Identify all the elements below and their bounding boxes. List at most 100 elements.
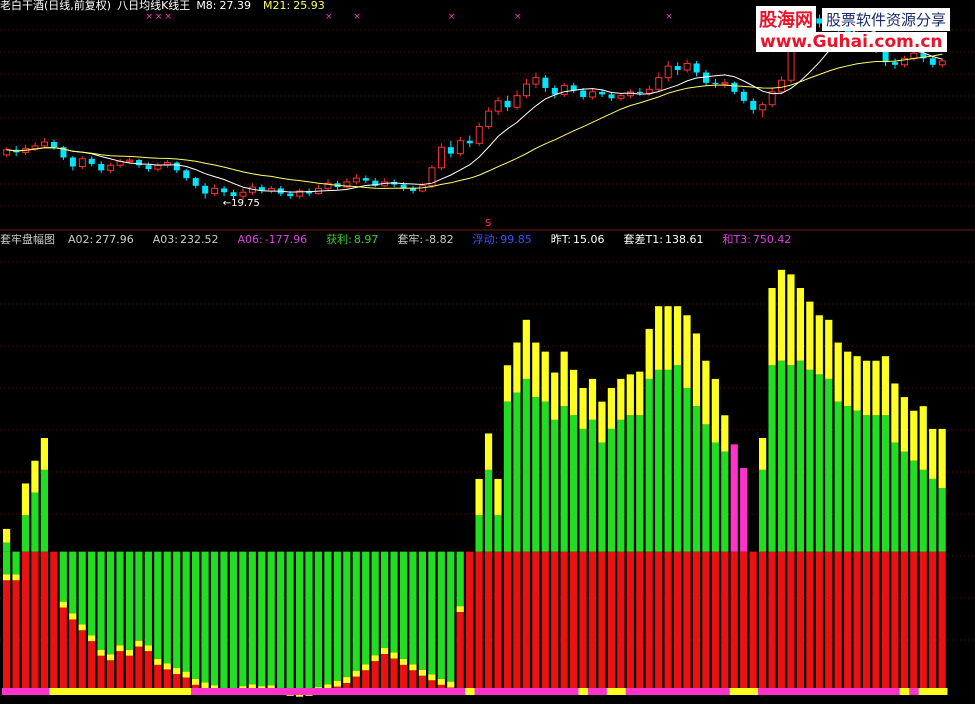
bar-yellow-segment <box>938 428 946 488</box>
bar-yellow-segment <box>759 438 767 470</box>
candle-body <box>636 91 643 94</box>
bar-magenta-segment <box>740 468 748 552</box>
signal-strip-cell <box>228 688 239 695</box>
bar-red-segment <box>570 551 578 688</box>
bar-green-segment <box>314 551 323 688</box>
bar-green-segment <box>929 478 937 552</box>
bar-yellow-segment <box>664 306 672 370</box>
signal-strip-cell <box>370 688 381 695</box>
candle-body <box>126 159 134 162</box>
bar-yellow-segment <box>106 654 115 661</box>
candle-body <box>504 100 511 108</box>
bar-red-segment <box>711 551 719 688</box>
bar-yellow-segment <box>532 342 540 398</box>
signal-strip-cell <box>162 688 173 695</box>
bar-red-segment <box>503 551 512 688</box>
sub-indicator-item-label: 套差T1: <box>623 233 663 246</box>
bar-yellow-segment <box>88 635 96 642</box>
bar-green-segment <box>910 460 918 552</box>
signal-strip-cell <box>890 688 901 695</box>
bar-yellow-segment <box>409 664 417 671</box>
candle-body <box>532 77 540 85</box>
indicator-name: 八日均线K线王 <box>117 0 191 12</box>
signal-strip-cell <box>124 688 135 695</box>
bar-red-segment <box>683 551 691 688</box>
bar-yellow-segment <box>683 315 691 388</box>
bar-red-segment <box>787 551 795 688</box>
bar-green-segment <box>673 365 682 552</box>
bar-green-segment <box>399 551 408 659</box>
bar-green-segment <box>59 551 67 602</box>
candle-body <box>437 146 445 169</box>
bar-magenta-segment <box>730 444 738 552</box>
candle-body <box>173 162 180 171</box>
watermark-url: www.Guhai.com.cn <box>756 32 947 52</box>
signal-strip-cell <box>257 688 268 695</box>
candle-body <box>78 158 86 167</box>
bar-yellow-segment <box>796 288 804 361</box>
bar-green-segment <box>919 469 927 552</box>
bar-green-segment <box>938 488 946 552</box>
bar-yellow-segment <box>78 624 86 631</box>
signal-strip-cell <box>729 688 740 695</box>
bar-green-segment <box>229 551 237 688</box>
bar-green-segment <box>503 401 512 552</box>
bar-red-segment <box>381 654 389 688</box>
signal-strip-cell <box>701 688 712 695</box>
signal-strip-cell <box>899 688 910 695</box>
sub-indicator-item-value: 277.96 <box>95 233 134 246</box>
signal-strip-cell <box>389 688 400 695</box>
signal-strip-cell <box>918 688 929 695</box>
bar-yellow-segment <box>541 351 549 402</box>
signal-strip-cell <box>455 688 466 695</box>
sell-signal-label: S <box>485 218 491 229</box>
bar-green-segment <box>258 551 266 687</box>
signal-strip-cell <box>776 688 787 695</box>
plot-svg: × × × × × × × ×←19.75S <box>0 12 975 697</box>
candle-body <box>683 63 691 71</box>
bar-green-segment <box>900 451 908 552</box>
sub-indicator-item-label: 和T3: <box>722 233 751 246</box>
bar-green-segment <box>116 551 124 646</box>
candle-body <box>712 82 719 85</box>
bar-red-segment <box>759 551 767 688</box>
bar-green-segment <box>295 551 304 691</box>
bar-green-segment <box>872 415 880 552</box>
bar-red-segment <box>844 551 852 688</box>
signal-strip-cell <box>672 688 683 695</box>
bar-green-segment <box>286 551 294 690</box>
bar-green-segment <box>588 419 597 552</box>
bar-red-segment <box>664 551 672 688</box>
bar-green-segment <box>447 551 455 682</box>
bar-red-segment <box>3 580 11 688</box>
bar-yellow-segment <box>418 669 426 676</box>
bar-yellow-segment <box>881 356 890 416</box>
bar-yellow-segment <box>815 315 823 375</box>
signal-strip-cell <box>720 688 731 695</box>
signal-strip-cell <box>219 688 230 695</box>
signal-strip-cell <box>606 688 617 695</box>
signal-strip-cell <box>739 688 750 695</box>
bar-green-segment <box>607 428 615 552</box>
bar-yellow-segment <box>31 460 39 493</box>
signal-strip-cell <box>540 688 551 695</box>
signal-strip-cell <box>559 688 570 695</box>
signal-strip-cell <box>332 688 343 695</box>
signal-strip-cell <box>569 688 579 695</box>
candle-body <box>599 91 606 95</box>
signal-strip-cell <box>105 688 116 695</box>
m8-label: M8: <box>196 0 217 12</box>
bar-red-segment <box>182 677 190 688</box>
candle-body <box>750 100 757 110</box>
sub-indicator-item: 获利: 8.97 <box>326 233 384 246</box>
sub-indicator-item-label: 浮动: <box>472 233 499 246</box>
bar-red-segment <box>31 551 39 688</box>
bar-red-segment <box>721 551 729 688</box>
bar-yellow-segment <box>513 342 521 393</box>
signal-strip-cell <box>191 688 201 695</box>
bar-yellow-segment <box>362 664 370 671</box>
candle-body <box>352 177 360 183</box>
bar-red-segment <box>579 551 587 688</box>
bar-yellow-segment <box>825 319 833 379</box>
candle-body <box>362 178 369 181</box>
